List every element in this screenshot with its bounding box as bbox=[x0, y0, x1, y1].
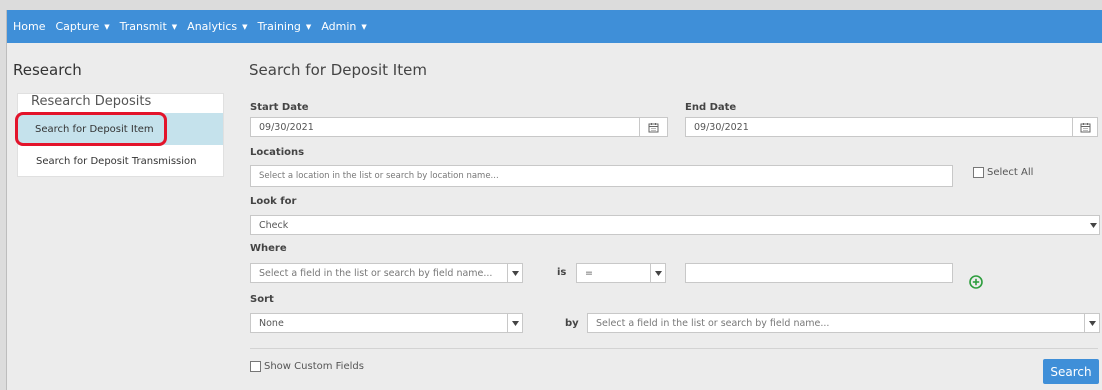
sidebar-item-label: Search for Deposit Item bbox=[35, 123, 154, 135]
caret-down-icon[interactable] bbox=[1088, 216, 1099, 234]
search-button[interactable]: Search bbox=[1043, 359, 1099, 384]
end-date-value: 09/30/2021 bbox=[694, 121, 749, 133]
chevron-down-icon: ▼ bbox=[242, 22, 248, 31]
page-title: Search for Deposit Item bbox=[249, 61, 427, 79]
where-field-select[interactable]: Select a field in the list or search by … bbox=[250, 263, 523, 283]
locations-input[interactable]: Select a location in the list or search … bbox=[250, 165, 953, 187]
nav-home[interactable]: Home bbox=[13, 20, 45, 33]
chevron-down-icon: ▼ bbox=[305, 22, 312, 31]
caret-down-icon[interactable] bbox=[650, 264, 665, 282]
select-all-label: Select All bbox=[987, 167, 1034, 178]
nav-training[interactable]: Training ▼ bbox=[258, 20, 312, 33]
sidebar-panel: Research Deposits Search for Deposit Ite… bbox=[17, 93, 224, 177]
select-all-checkbox[interactable]: Select All bbox=[973, 167, 1033, 178]
sidebar-title: Research bbox=[13, 61, 82, 79]
look-for-label: Look for bbox=[250, 196, 297, 207]
is-label: is bbox=[557, 267, 567, 278]
checkbox-box[interactable] bbox=[250, 361, 261, 372]
where-operator-value: = bbox=[585, 267, 593, 279]
sort-by-field-select[interactable]: Select a field in the list or search by … bbox=[587, 313, 1100, 333]
where-operator-select[interactable]: = bbox=[576, 263, 666, 283]
end-date-field[interactable]: 09/30/2021 bbox=[685, 117, 1098, 137]
where-value-input[interactable] bbox=[685, 263, 953, 283]
by-label: by bbox=[565, 318, 579, 329]
chevron-down-icon: ▼ bbox=[171, 22, 178, 31]
sidebar-item-search-deposit-item[interactable]: Search for Deposit Item bbox=[18, 113, 223, 145]
locations-placeholder: Select a location in the list or search … bbox=[259, 171, 499, 181]
nav-transmit-label: Transmit bbox=[119, 20, 167, 33]
locations-label: Locations bbox=[250, 147, 305, 158]
caret-down-icon[interactable] bbox=[507, 264, 522, 282]
nav-transmit[interactable]: Transmit ▼ bbox=[120, 20, 178, 33]
where-label: Where bbox=[250, 243, 287, 254]
plus-circle-icon[interactable] bbox=[969, 275, 983, 289]
where-field-placeholder: Select a field in the list or search by … bbox=[259, 267, 493, 279]
show-custom-fields-label: Show Custom Fields bbox=[264, 361, 364, 372]
sidebar-section-heading: Research Deposits bbox=[31, 94, 152, 109]
app-frame: Home Capture ▼ Transmit ▼ Analytics ▼ Train… bbox=[6, 10, 1102, 390]
top-navbar: Home Capture ▼ Transmit ▼ Analytics ▼ Train… bbox=[7, 10, 1102, 43]
look-for-select[interactable]: Check bbox=[250, 215, 1100, 235]
sidebar-item-search-deposit-transmission[interactable]: Search for Deposit Transmission bbox=[18, 145, 223, 177]
sort-value: None bbox=[259, 317, 284, 329]
start-date-label: Start Date bbox=[250, 102, 309, 113]
show-custom-fields-checkbox[interactable]: Show Custom Fields bbox=[250, 361, 364, 372]
start-date-value: 09/30/2021 bbox=[259, 121, 314, 133]
nav-analytics-label: Analytics bbox=[187, 20, 238, 33]
calendar-icon[interactable] bbox=[1072, 118, 1097, 136]
caret-down-icon[interactable] bbox=[507, 314, 522, 332]
checkbox-box[interactable] bbox=[973, 167, 984, 178]
nav-capture-label: Capture bbox=[55, 20, 100, 33]
caret-down-icon[interactable] bbox=[1084, 314, 1099, 332]
sort-select[interactable]: None bbox=[250, 313, 523, 333]
sort-by-field-placeholder: Select a field in the list or search by … bbox=[596, 317, 830, 329]
chevron-down-icon: ▼ bbox=[361, 22, 367, 31]
end-date-label: End Date bbox=[685, 102, 737, 113]
nav-admin-label: Admin bbox=[321, 20, 357, 33]
chevron-down-icon: ▼ bbox=[104, 22, 110, 31]
sort-label: Sort bbox=[250, 294, 274, 305]
form-divider bbox=[250, 348, 1098, 349]
nav-capture[interactable]: Capture ▼ bbox=[55, 20, 109, 33]
nav-analytics[interactable]: Analytics ▼ bbox=[187, 20, 247, 33]
nav-admin[interactable]: Admin ▼ bbox=[321, 20, 366, 33]
nav-training-label: Training bbox=[257, 20, 301, 33]
start-date-field[interactable]: 09/30/2021 bbox=[250, 117, 668, 137]
sidebar-item-label: Search for Deposit Transmission bbox=[36, 155, 197, 167]
calendar-icon[interactable] bbox=[639, 118, 667, 136]
nav-home-label: Home bbox=[13, 20, 46, 33]
look-for-value: Check bbox=[259, 219, 289, 231]
